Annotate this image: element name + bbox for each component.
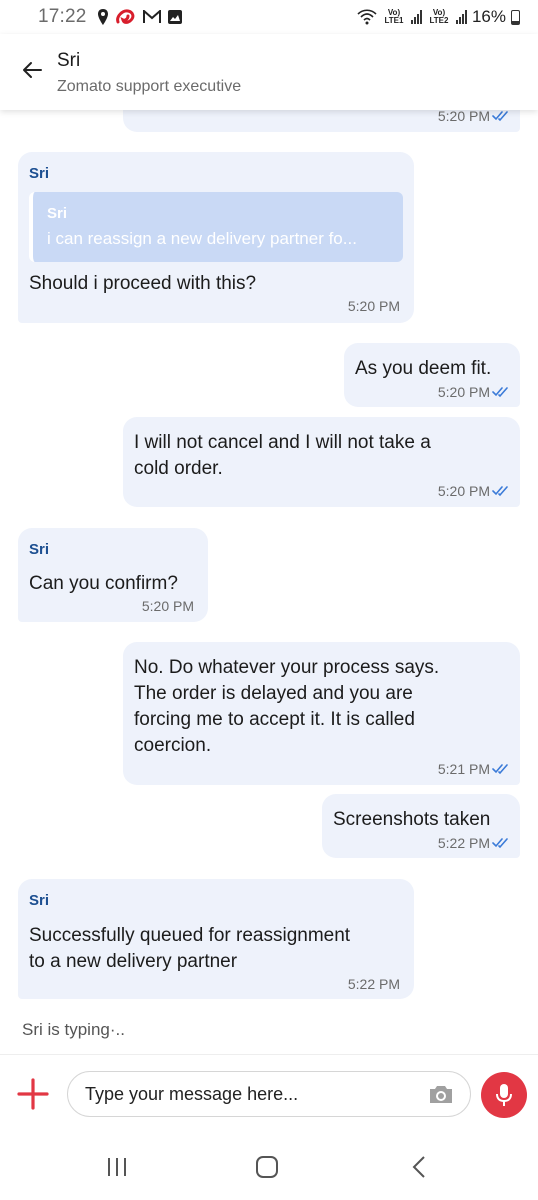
message-time: 5:20 PM xyxy=(437,483,490,499)
back-chevron-icon xyxy=(412,1156,425,1178)
contact-subtitle: Zomato support executive xyxy=(57,78,242,95)
message-input[interactable]: Type your message here... xyxy=(67,1071,471,1117)
message-time: 5:20 PM xyxy=(141,598,194,614)
message-time: 5:20 PM xyxy=(347,298,400,314)
message-line: The order is delayed and you are xyxy=(134,683,413,704)
message-text: I will not cancel and I will not take a … xyxy=(134,430,431,482)
system-navigation-bar xyxy=(0,1132,538,1200)
camera-icon xyxy=(430,1086,452,1103)
message-text: As you deem fit. xyxy=(355,358,492,379)
message-line: forcing me to accept it. It is called xyxy=(134,709,415,730)
message-line: Successfully queued for reassignment xyxy=(29,925,351,946)
message-line: No. Do whatever your process says. xyxy=(134,657,440,678)
message-text: No. Do whatever your process says. The o… xyxy=(134,655,439,759)
message-text: Successfully queued for reassignment to … xyxy=(29,923,350,975)
chat-thread[interactable]: 5:20 PM Sri Sri i can reassign a new del… xyxy=(0,0,538,1200)
message-line: coercion. xyxy=(134,735,212,756)
home-button[interactable] xyxy=(250,1152,284,1182)
read-ticks-icon xyxy=(492,387,508,398)
message-line: to a new delivery partner xyxy=(29,951,238,972)
message-bubble-incoming[interactable]: Sri Successfully queued for reassignment… xyxy=(18,879,414,999)
microphone-icon xyxy=(496,1084,512,1106)
message-text: Should i proceed with this? xyxy=(29,273,257,294)
message-bubble-incoming[interactable]: Sri Can you confirm? 5:20 PM xyxy=(18,528,208,622)
home-icon xyxy=(256,1156,278,1178)
quoted-sender: Sri xyxy=(47,205,68,222)
message-text: Can you confirm? xyxy=(29,573,178,594)
voice-message-button[interactable] xyxy=(481,1072,527,1118)
back-nav-button[interactable] xyxy=(402,1152,436,1182)
back-arrow-icon xyxy=(23,62,42,78)
read-ticks-icon xyxy=(492,838,508,849)
message-bubble-outgoing[interactable]: I will not cancel and I will not take a … xyxy=(123,417,520,507)
message-line: cold order. xyxy=(134,458,223,479)
message-time: 5:22 PM xyxy=(347,976,400,992)
read-ticks-icon xyxy=(492,486,508,497)
read-ticks-icon xyxy=(492,111,508,122)
recent-apps-icon xyxy=(108,1158,126,1176)
message-text: Screenshots taken xyxy=(333,809,491,830)
message-bubble-outgoing[interactable]: Screenshots taken 5:22 PM xyxy=(322,794,520,858)
chat-header: Sri Zomato support executive xyxy=(0,34,538,110)
message-bubble-incoming[interactable]: Sri Sri i can reassign a new delivery pa… xyxy=(18,152,414,323)
attach-button[interactable] xyxy=(16,1077,50,1111)
composer: Type your message here... xyxy=(0,1054,538,1132)
message-bubble-outgoing[interactable]: As you deem fit. 5:20 PM xyxy=(344,343,520,407)
message-input-placeholder: Type your message here... xyxy=(85,1084,299,1104)
quoted-message[interactable]: Sri i can reassign a new delivery partne… xyxy=(29,192,403,262)
quoted-text: i can reassign a new delivery partner fo… xyxy=(47,229,357,248)
message-time: 5:20 PM xyxy=(437,108,490,124)
camera-button[interactable] xyxy=(428,1083,454,1110)
message-bubble-outgoing[interactable]: No. Do whatever your process says. The o… xyxy=(123,642,520,785)
read-ticks-icon xyxy=(492,764,508,775)
message-sender: Sri xyxy=(29,541,50,558)
back-button[interactable] xyxy=(18,56,46,84)
contact-name: Sri xyxy=(57,50,81,71)
message-time: 5:21 PM xyxy=(437,761,490,777)
message-line: I will not cancel and I will not take a xyxy=(134,432,431,453)
message-sender: Sri xyxy=(29,165,50,182)
message-time: 5:22 PM xyxy=(437,835,490,851)
message-time: 5:20 PM xyxy=(437,384,490,400)
message-sender: Sri xyxy=(29,892,50,909)
plus-icon xyxy=(17,1078,49,1110)
typing-indicator: Sri is typing·.. xyxy=(22,1020,125,1039)
recent-apps-button[interactable] xyxy=(100,1152,134,1182)
